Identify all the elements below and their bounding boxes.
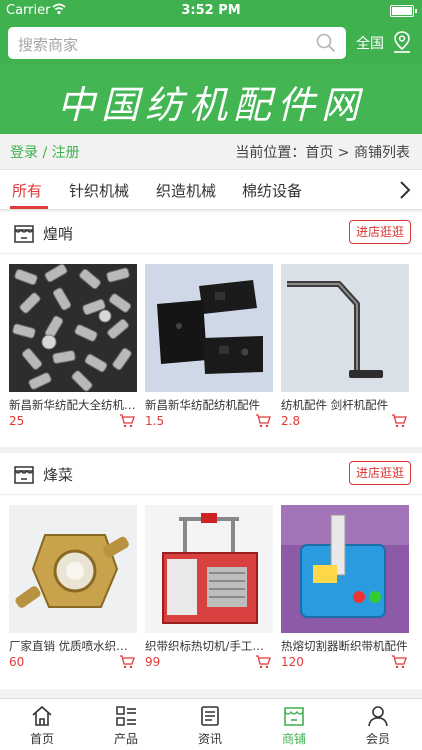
search-input[interactable]: 搜索商家 [8, 27, 346, 59]
location-icon[interactable] [392, 30, 412, 54]
product-price: 120 [281, 655, 304, 669]
shop-name: 煌哨 [43, 225, 74, 243]
tabbar-label: 产品 [113, 732, 138, 746]
enter-shop-button[interactable]: 进店逛逛 [349, 461, 411, 485]
product-image[interactable] [281, 505, 409, 633]
product-name: 纺机配件 剑杆机配件 [281, 398, 389, 412]
active-tab-indicator [10, 206, 48, 209]
tabbar-item-member[interactable]: 会员 [336, 699, 420, 750]
status-bar: Carrier 3:52 PM [0, 0, 422, 22]
tab-cotton-spinning[interactable]: 棉纺设备 [242, 180, 302, 201]
bottom-tab-bar: 首页 产品 资讯 商铺 会员 [0, 698, 422, 750]
battery-icon [390, 5, 417, 17]
tab-all[interactable]: 所有 [12, 180, 42, 201]
tab-knitting-machinery[interactable]: 针织机械 [69, 180, 129, 201]
product-price: 25 [9, 414, 25, 428]
tabbar-item-stores[interactable]: 商铺 [252, 699, 336, 750]
shop-name: 烽菜 [43, 466, 74, 484]
site-logo-title: 中国纺机配件网 [56, 83, 365, 127]
cart-icon[interactable] [119, 414, 135, 428]
product-price: 2.8 [281, 414, 301, 428]
search-icon[interactable] [316, 33, 336, 53]
cart-icon[interactable] [391, 414, 407, 428]
shop-card: 烽菜 进店逛逛 厂家直销 优质喷水织机配件 60 织带织标热切机/手工切带机 9… [0, 453, 422, 689]
breadcrumb-bar: 登录 / 注册 当前位置：首页 > 商铺列表 [0, 134, 422, 170]
user-icon [368, 706, 388, 727]
tabbar-item-news[interactable]: 资讯 [168, 699, 252, 750]
product-image[interactable] [145, 505, 273, 633]
product-image[interactable] [281, 264, 409, 392]
search-placeholder: 搜索商家 [18, 36, 79, 54]
home-icon [32, 705, 52, 726]
search-header: 搜索商家 全国 [0, 22, 422, 64]
store-icon [14, 466, 34, 484]
shop-header: 煌哨 进店逛逛 [0, 212, 422, 254]
enter-shop-button[interactable]: 进店逛逛 [349, 220, 411, 244]
product-name: 热熔切割器断织带机配件 [281, 639, 408, 653]
cart-icon[interactable] [255, 655, 271, 669]
product-price: 1.5 [145, 414, 165, 428]
login-register-link[interactable]: 登录 / 注册 [10, 142, 80, 162]
category-tabs: 所有 针织机械 织造机械 棉纺设备 [0, 170, 422, 210]
store-icon [14, 225, 34, 243]
product-name: 织带织标热切机/手工切带机 [145, 639, 273, 653]
news-icon [201, 706, 219, 726]
tabbar-item-products[interactable]: 产品 [84, 699, 168, 750]
product-name: 厂家直销 优质喷水织机配件 [9, 639, 137, 653]
city-selector[interactable]: 全国 [356, 33, 384, 53]
product-image[interactable] [9, 505, 137, 633]
product-price: 99 [145, 655, 161, 669]
list-icon [116, 706, 136, 726]
tabbar-label: 首页 [29, 732, 54, 746]
cart-icon[interactable] [255, 414, 271, 428]
site-banner: 中国纺机配件网 [0, 64, 422, 134]
clock: 3:52 PM [181, 3, 241, 18]
shop-header: 烽菜 进店逛逛 [0, 453, 422, 495]
shop-card: 煌哨 进店逛逛 新昌新华纺配大全纺机配件 25 新昌新华纺配纺机配件 1.5 纺… [0, 212, 422, 447]
product-image[interactable] [145, 264, 273, 392]
tabbar-label: 资讯 [197, 732, 222, 746]
product-image[interactable] [9, 264, 137, 392]
tabbar-label: 会员 [365, 732, 390, 746]
cart-icon[interactable] [119, 655, 135, 669]
store-icon [284, 707, 304, 726]
breadcrumb: 当前位置：首页 > 商铺列表 [235, 145, 410, 161]
product-name: 新昌新华纺配纺机配件 [145, 398, 260, 412]
tabbar-label: 商铺 [281, 732, 306, 746]
cart-icon[interactable] [391, 655, 407, 669]
product-price: 60 [9, 655, 25, 669]
product-name: 新昌新华纺配大全纺机配件 [9, 398, 137, 412]
chevron-right-icon[interactable] [398, 180, 412, 200]
tabbar-item-home[interactable]: 首页 [0, 699, 84, 750]
tab-weaving-machinery[interactable]: 织造机械 [156, 180, 216, 201]
